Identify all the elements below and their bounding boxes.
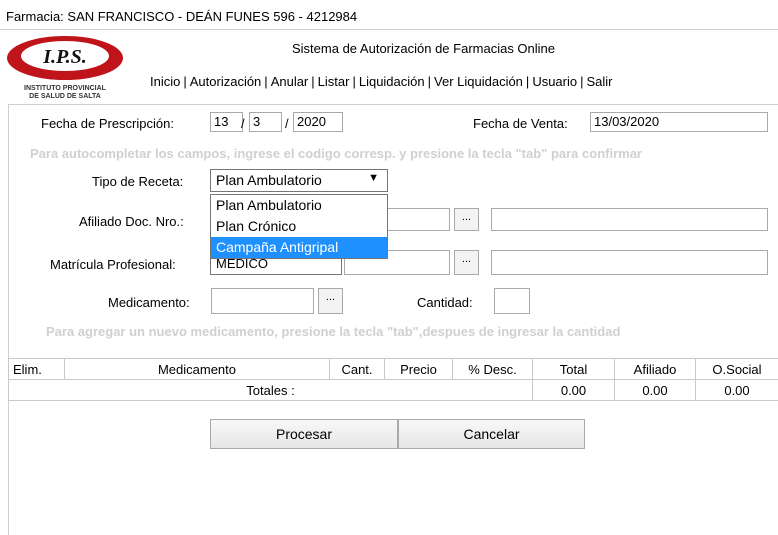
recipe-type-value: Plan Ambulatorio (216, 172, 322, 188)
quantity-input[interactable] (494, 288, 530, 314)
recipe-type-dropdown: Plan Ambulatorio Plan Crónico Campaña An… (210, 194, 388, 259)
column-header: Medicamento (64, 358, 330, 380)
content-top-border (8, 104, 778, 105)
license-label: Matrícula Profesional: (50, 257, 176, 272)
content-left-border (8, 104, 9, 535)
column-header: O.Social (695, 358, 778, 380)
pharmacy-bar: Farmacia: SAN FRANCISCO - DEÁN FUNES 596… (0, 0, 778, 30)
menu-separator: | (183, 74, 187, 89)
medication-table: Elim. Medicamento Cant. Precio % Desc. T… (8, 358, 778, 401)
affiliate-label: Afiliado Doc. Nro.: (79, 214, 184, 229)
date-separator: / (241, 116, 245, 131)
pharmacy-info: Farmacia: SAN FRANCISCO - DEÁN FUNES 596… (6, 9, 358, 24)
affiliate-name-input[interactable] (491, 208, 768, 231)
date-separator: / (285, 116, 289, 131)
option-plan-cronico[interactable]: Plan Crónico (211, 216, 387, 237)
affiliate-lookup-button[interactable]: ... (454, 208, 479, 231)
logo-subtitle-line-2: DE SALUD DE SALTA (29, 93, 101, 100)
menu-autorizacion[interactable]: Autorización (190, 74, 262, 89)
menu-separator: | (311, 74, 315, 89)
professional-name-input[interactable] (491, 250, 768, 275)
menu-separator: | (525, 74, 530, 89)
menu-separator: | (427, 74, 432, 89)
sale-date-label: Fecha de Venta: (473, 116, 568, 131)
autocomplete-hint: Para autocompletar los campos, ingrese e… (30, 146, 642, 161)
menu-liquidacion[interactable]: Liquidación (359, 74, 425, 89)
cancel-button[interactable]: Cancelar (398, 419, 585, 449)
logo-text: I.P.S. (42, 46, 87, 68)
menu-salir[interactable]: Salir (587, 74, 613, 89)
recipe-type-select[interactable]: Plan Ambulatorio ▼ (210, 169, 388, 192)
new-medication-hint: Para agregar un nuevo medicamento, presi… (46, 324, 621, 339)
option-campana-antigripal[interactable]: Campaña Antigripal (211, 237, 387, 258)
license-lookup-button[interactable]: ... (454, 250, 479, 275)
dropdown-arrow-icon: ▼ (368, 172, 379, 184)
menu-listar[interactable]: Listar (318, 74, 350, 89)
medication-label: Medicamento: (108, 295, 190, 310)
system-title: Sistema de Autorización de Farmacias Onl… (292, 41, 556, 56)
prescription-date-label: Fecha de Prescripción: (41, 116, 174, 131)
logo-emblem: I.P.S. (7, 36, 123, 80)
affiliate-total-value: 0.00 (614, 379, 696, 401)
social-work-total-value: 0.00 (695, 379, 778, 401)
medication-input[interactable] (211, 288, 314, 314)
menu-usuario[interactable]: Usuario (532, 74, 577, 89)
column-header: Total (532, 358, 615, 380)
total-value: 0.00 (532, 379, 615, 401)
process-button[interactable]: Procesar (210, 419, 398, 449)
ips-logo: I.P.S. INSTITUTO PROVINCIAL DE SALUD DE … (3, 34, 127, 104)
prescription-month-input[interactable]: 3 (249, 112, 282, 132)
menu-separator: | (264, 74, 268, 89)
prescription-day-input[interactable]: 13 (210, 112, 243, 132)
table-header-row: Elim. Medicamento Cant. Precio % Desc. T… (8, 358, 778, 380)
option-plan-ambulatorio[interactable]: Plan Ambulatorio (211, 195, 387, 216)
menu-inicio[interactable]: Inicio (150, 74, 180, 89)
prescription-year-input[interactable]: 2020 (293, 112, 343, 132)
logo-subtitle-line-1: INSTITUTO PROVINCIAL (24, 85, 106, 92)
totals-row: Totales : 0.00 0.00 0.00 (8, 379, 778, 401)
affiliate-doc-input[interactable] (386, 208, 450, 231)
menu-separator: | (580, 74, 584, 89)
column-header: Elim. (8, 358, 65, 380)
menu-separator: | (352, 74, 356, 89)
column-header: Afiliado (614, 358, 696, 380)
menu-ver-liquidacion[interactable]: Ver Liquidación (434, 74, 523, 89)
sale-date-input[interactable]: 13/03/2020 (590, 112, 768, 132)
column-header: Precio (384, 358, 453, 380)
column-header: Cant. (329, 358, 385, 380)
totals-label: Totales : (8, 379, 533, 401)
logo-subtitle: INSTITUTO PROVINCIAL DE SALUD DE SALTA (3, 85, 127, 101)
recipe-type-label: Tipo de Receta: (92, 174, 184, 189)
menu-anular[interactable]: Anular (271, 74, 309, 89)
quantity-label: Cantidad: (417, 295, 473, 310)
column-header: % Desc. (452, 358, 533, 380)
medication-lookup-button[interactable]: ... (318, 288, 343, 314)
main-menu: Inicio | Autorización | Anular | Listar | Liquid… (150, 74, 613, 89)
